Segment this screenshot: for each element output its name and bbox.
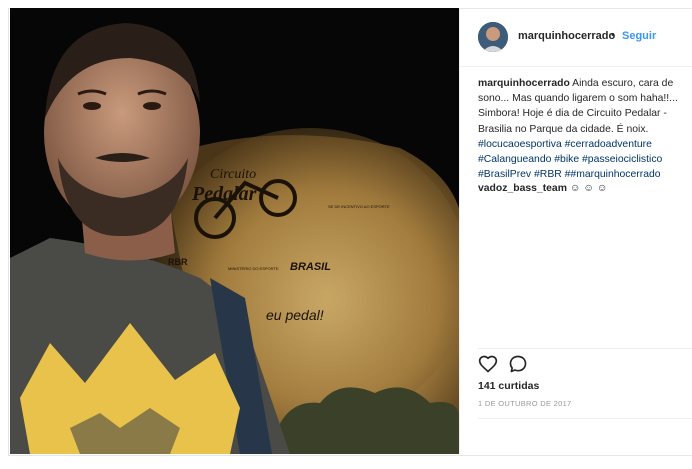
speech-bubble-icon[interactable]	[508, 354, 528, 374]
divider	[478, 418, 692, 419]
follow-button[interactable]: Seguir	[622, 30, 656, 42]
avatar[interactable]	[478, 22, 508, 52]
sign-sponsor-brasil: BRASIL	[290, 261, 331, 273]
sign-sponsor-rbr: RBR	[168, 257, 188, 267]
post-sidebar: marquinhocerrado • Seguir marquinhocerra…	[459, 8, 692, 454]
hashtag[interactable]: #cerradoadventure	[565, 139, 652, 150]
post-header: marquinhocerrado • Seguir	[460, 8, 692, 67]
selfie-image: Circuito Pedalar eu pedal! BRASIL RBR MI…	[10, 8, 459, 454]
sign-small-2: SE DE INCENTIVO AO ESPORTE	[328, 204, 390, 209]
sign-slogan: eu pedal!	[266, 307, 324, 323]
caption-username[interactable]: marquinhocerrado	[478, 78, 570, 89]
divider	[478, 348, 692, 349]
post-photo[interactable]: Circuito Pedalar eu pedal! BRASIL RBR MI…	[10, 8, 459, 454]
comment-item: vadoz_bass_team ☺ ☺ ☺	[478, 183, 683, 194]
comment-username[interactable]: vadoz_bass_team	[478, 183, 567, 194]
hashtag[interactable]: #BrasilPrev	[478, 169, 531, 180]
heart-outline-icon[interactable]	[478, 354, 498, 374]
sign-title-top: Circuito	[210, 167, 256, 182]
avatar-image	[478, 22, 508, 52]
hashtag[interactable]: #RBR	[534, 169, 562, 180]
post-caption: marquinhocerrado Ainda escuro, cara de s…	[478, 76, 683, 182]
sign-small-1: MINISTÉRIO DO ESPORTE	[228, 266, 279, 271]
separator-dot: •	[611, 29, 615, 41]
sign-title-bottom: Pedalar	[191, 183, 257, 205]
header-username[interactable]: marquinhocerrado	[518, 30, 615, 42]
hashtag[interactable]: #bike	[554, 154, 579, 165]
hashtag[interactable]: #passeiociclistico	[582, 154, 662, 165]
likes-count[interactable]: 141 curtidas	[478, 380, 539, 392]
post-date: 1 DE OUTUBRO DE 2017	[478, 399, 572, 408]
hashtag[interactable]: ##marquinhocerrado	[565, 169, 661, 180]
hashtag[interactable]: #locucaoesportiva	[478, 139, 562, 150]
hashtag[interactable]: #Calangueando	[478, 154, 551, 165]
comment-text: ☺ ☺ ☺	[569, 183, 608, 194]
